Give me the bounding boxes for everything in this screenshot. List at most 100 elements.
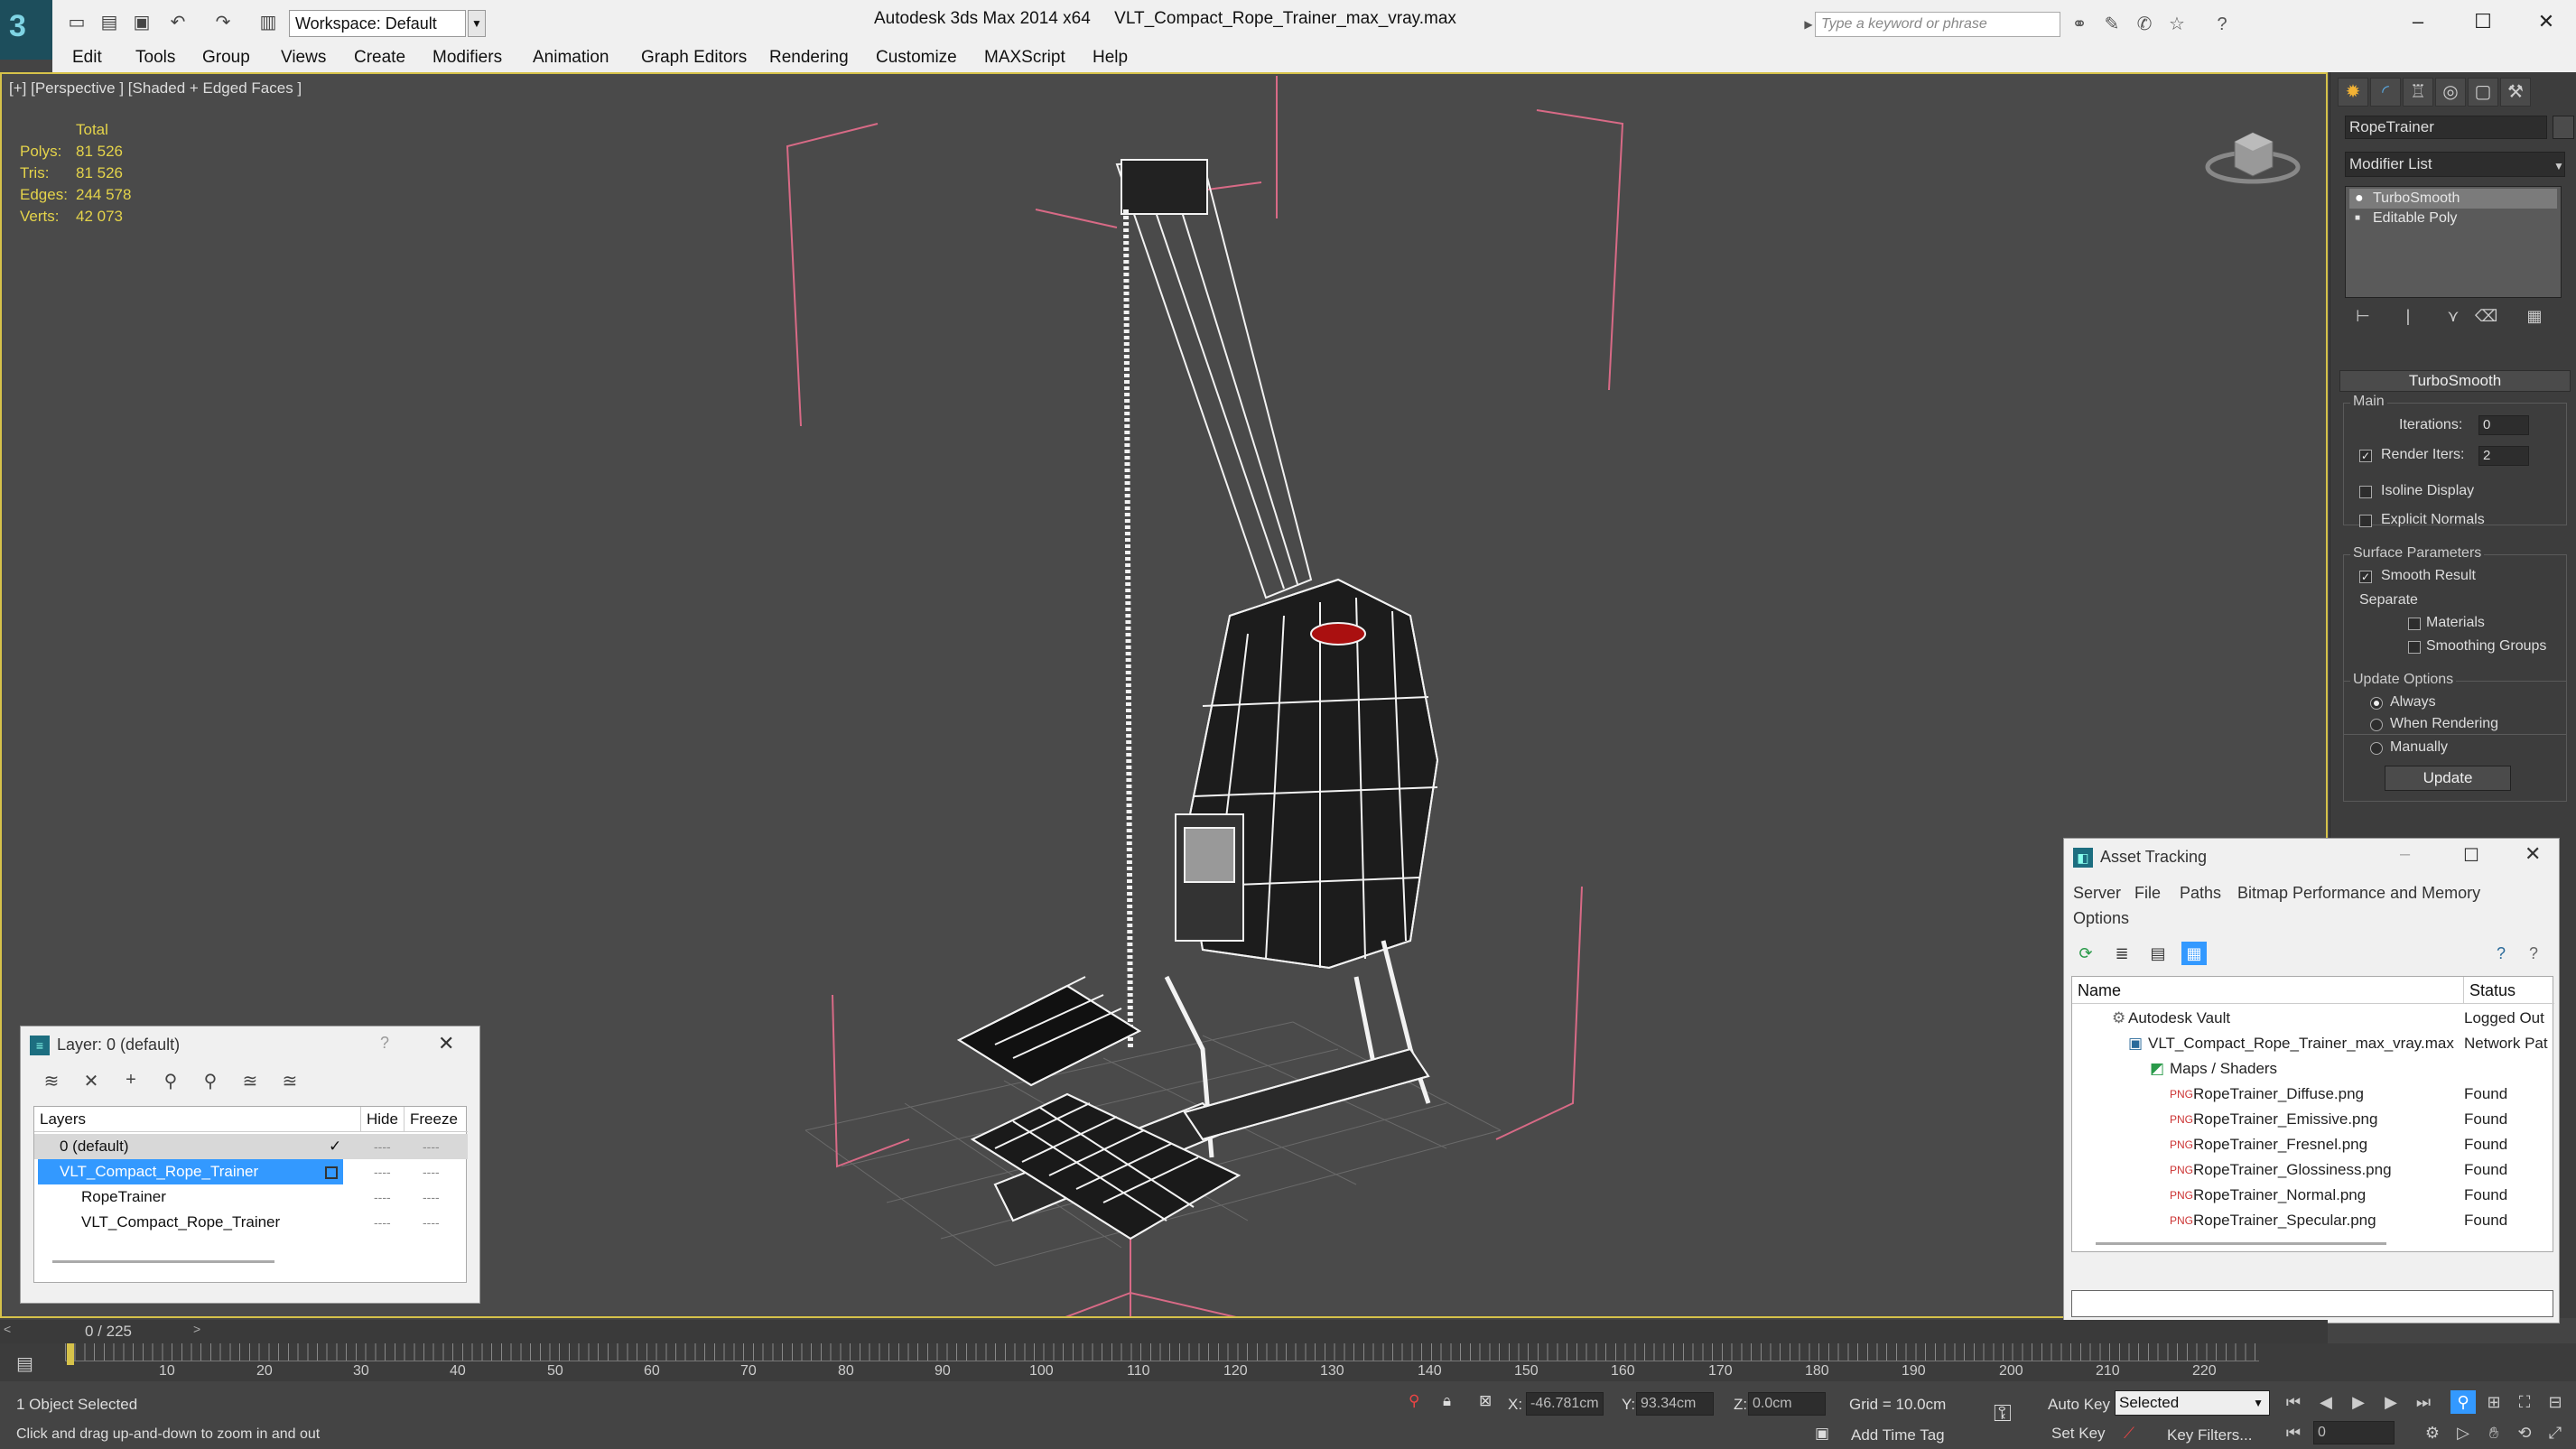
time-configuration-icon[interactable]: ⚙ — [2420, 1421, 2445, 1444]
rollout-turbosmooth[interactable]: TurboSmooth — [2339, 370, 2571, 392]
configure-modifier-sets-icon[interactable]: ▦ — [2524, 307, 2545, 330]
zoom-extents-all-icon[interactable]: ⊟ — [2543, 1390, 2568, 1414]
display-tab-icon[interactable]: ▢ — [2468, 78, 2498, 107]
asset-row[interactable]: ⚙ Autodesk Vault Logged Out — [2072, 1006, 2554, 1031]
menu-edit[interactable]: Edit — [72, 48, 102, 68]
trackbar[interactable]: ▤ 10 20 30 40 50 60 70 80 90 100 110 120… — [0, 1343, 2576, 1381]
hide-toggle[interactable]: ---- — [374, 1134, 391, 1159]
chevron-down-icon[interactable]: ▼ — [468, 10, 486, 37]
freeze-toggle[interactable]: ---- — [423, 1184, 440, 1210]
app-logo-icon[interactable]: 3 — [0, 0, 52, 60]
column-hide[interactable]: Hide — [361, 1107, 405, 1132]
asset-row[interactable]: PNG RopeTrainer_Fresnel.png Found — [2072, 1132, 2554, 1157]
lock-selection-icon[interactable]: 🔒︎ — [1443, 1392, 1451, 1410]
add-time-tag[interactable]: Add Time Tag — [1851, 1426, 1945, 1444]
orbit-icon[interactable]: ⟲ — [2512, 1421, 2537, 1444]
time-slider[interactable]: < 0 / 225 > — [0, 1320, 2328, 1343]
column-status[interactable]: Status — [2464, 977, 2554, 1004]
open-file-icon[interactable]: ▤ — [98, 12, 121, 33]
minimize-button[interactable]: – — [2400, 844, 2410, 865]
menu-help[interactable]: Help — [1093, 48, 1128, 68]
explicit-normals-checkbox[interactable] — [2359, 515, 2372, 527]
column-name[interactable]: Name — [2072, 977, 2464, 1004]
new-file-icon[interactable]: ▭ — [65, 12, 88, 33]
update-button[interactable]: Update — [2385, 766, 2511, 791]
asset-row[interactable]: ◩ Maps / Shaders — [2072, 1056, 2554, 1082]
time-slider-thumb[interactable]: 0 / 225 — [18, 1322, 199, 1342]
new-layer-icon[interactable]: ≋ — [39, 1070, 64, 1093]
next-frame-icon[interactable]: ▶ — [2378, 1390, 2404, 1414]
current-layer-check-icon[interactable]: ✓ — [329, 1134, 341, 1159]
lightbulb-icon[interactable]: ● — [2355, 189, 2364, 209]
asset-row[interactable]: PNG RopeTrainer_Emissive.png Found — [2072, 1107, 2554, 1132]
menu-create[interactable]: Create — [354, 48, 405, 68]
list-view-icon[interactable]: ≣ — [2109, 942, 2134, 965]
help-button[interactable]: ? — [380, 1034, 389, 1053]
menu-file[interactable]: File — [2134, 884, 2161, 903]
help-icon[interactable]: ? — [2210, 13, 2234, 36]
viewcube-icon[interactable] — [2200, 115, 2309, 187]
time-tag-icon[interactable]: ▣ — [1815, 1425, 1829, 1443]
close-button[interactable]: ✕ — [2528, 5, 2564, 38]
freeze-toggle[interactable]: ---- — [423, 1134, 440, 1159]
zoom-all-icon[interactable]: ⊞ — [2481, 1390, 2506, 1414]
field-of-view-icon[interactable]: ▷ — [2450, 1421, 2476, 1444]
add-to-layer-icon[interactable]: + — [118, 1070, 144, 1093]
freeze-toggle[interactable]: ---- — [423, 1159, 440, 1184]
refresh-icon[interactable]: ⟳ — [2073, 942, 2098, 965]
communication-icon[interactable]: ✆ — [2133, 13, 2156, 36]
asset-row[interactable]: PNG RopeTrainer_Diffuse.png Found — [2072, 1082, 2554, 1107]
remove-modifier-icon[interactable]: ⌫ — [2475, 307, 2497, 330]
show-end-result-icon[interactable]: | — [2397, 307, 2419, 330]
smooth-result-checkbox[interactable]: ✓ — [2359, 571, 2372, 583]
minimize-button[interactable]: – — [2400, 5, 2436, 38]
close-button[interactable]: ✕ — [438, 1032, 454, 1055]
previous-frame-icon[interactable]: < — [4, 1322, 11, 1336]
hide-toggle[interactable]: ---- — [374, 1184, 391, 1210]
set-key-icon[interactable]: ⟋ — [2124, 1425, 2134, 1443]
current-frame-marker[interactable] — [67, 1343, 74, 1365]
key-mode-toggle-icon[interactable]: ⏮ — [2281, 1421, 2306, 1444]
motion-tab-icon[interactable]: ◎ — [2435, 78, 2466, 107]
menu-animation[interactable]: Animation — [533, 48, 609, 68]
hide-all-icon[interactable]: ≊ — [237, 1070, 263, 1093]
project-folder-icon[interactable]: ▥ — [256, 12, 280, 33]
hierarchy-tab-icon[interactable]: ♖ — [2403, 78, 2433, 107]
maximize-viewport-icon[interactable]: ⤢ — [2543, 1421, 2568, 1444]
create-tab-icon[interactable]: ✹ — [2338, 78, 2368, 107]
modifier-list-dropdown[interactable]: Modifier List ▼ — [2345, 152, 2565, 177]
z-coord-field[interactable]: 0.0cm — [1748, 1392, 1826, 1416]
pan-view-icon[interactable]: ✋︎ — [2481, 1421, 2506, 1444]
key-filters-button[interactable]: Key Filters... — [2167, 1426, 2252, 1444]
undo-icon[interactable]: ↶ — [166, 12, 190, 33]
menu-rendering[interactable]: Rendering — [769, 48, 849, 68]
previous-frame-icon[interactable]: ◀ — [2313, 1390, 2339, 1414]
set-key-button[interactable]: Set Key — [2051, 1425, 2106, 1443]
menu-options[interactable]: Options — [2073, 909, 2129, 928]
favorites-star-icon[interactable]: ☆ — [2165, 13, 2189, 36]
asset-row[interactable]: ▣ VLT_Compact_Rope_Trainer_max_vray.max … — [2072, 1031, 2554, 1056]
layer-row[interactable]: VLT_Compact_Rope_Trainer ---- ---- — [34, 1210, 468, 1235]
render-iters-checkbox[interactable]: ✓ — [2359, 450, 2372, 462]
stack-item-editable-poly[interactable]: ■ Editable Poly — [2349, 209, 2457, 228]
search-input[interactable]: Type a keyword or phrase — [1815, 12, 2060, 37]
layer-row[interactable]: VLT_Compact_Rope_Trainer ---- ---- — [34, 1159, 468, 1184]
maximize-button[interactable]: ☐ — [2463, 844, 2479, 867]
go-to-end-icon[interactable]: ⏭ — [2411, 1390, 2436, 1414]
help-icon[interactable]: ? — [2488, 942, 2514, 965]
object-color-swatch[interactable] — [2553, 116, 2574, 139]
zoom-extents-icon[interactable]: ⛶ — [2512, 1390, 2537, 1414]
horizontal-scrollbar[interactable] — [52, 1260, 274, 1263]
key-mode-dropdown[interactable]: Selected ▼ — [2115, 1390, 2270, 1416]
curve-editor-icon[interactable]: ▤ — [16, 1352, 33, 1375]
layer-row[interactable]: 0 (default) ✓ ---- ---- — [34, 1134, 468, 1159]
play-icon[interactable]: ▶ — [2346, 1390, 2371, 1414]
stack-item-turbosmooth[interactable]: ● TurboSmooth — [2349, 189, 2557, 209]
key-icon[interactable]: ⚿ — [1994, 1399, 2012, 1428]
subscription-icon[interactable]: ✎ — [2100, 13, 2124, 36]
menu-modifiers[interactable]: Modifiers — [432, 48, 502, 68]
menu-views[interactable]: Views — [281, 48, 326, 68]
iterations-spinner[interactable]: 0 — [2478, 415, 2529, 435]
isoline-checkbox[interactable] — [2359, 486, 2372, 498]
asset-row[interactable]: PNG RopeTrainer_Glossiness.png Found — [2072, 1157, 2554, 1183]
